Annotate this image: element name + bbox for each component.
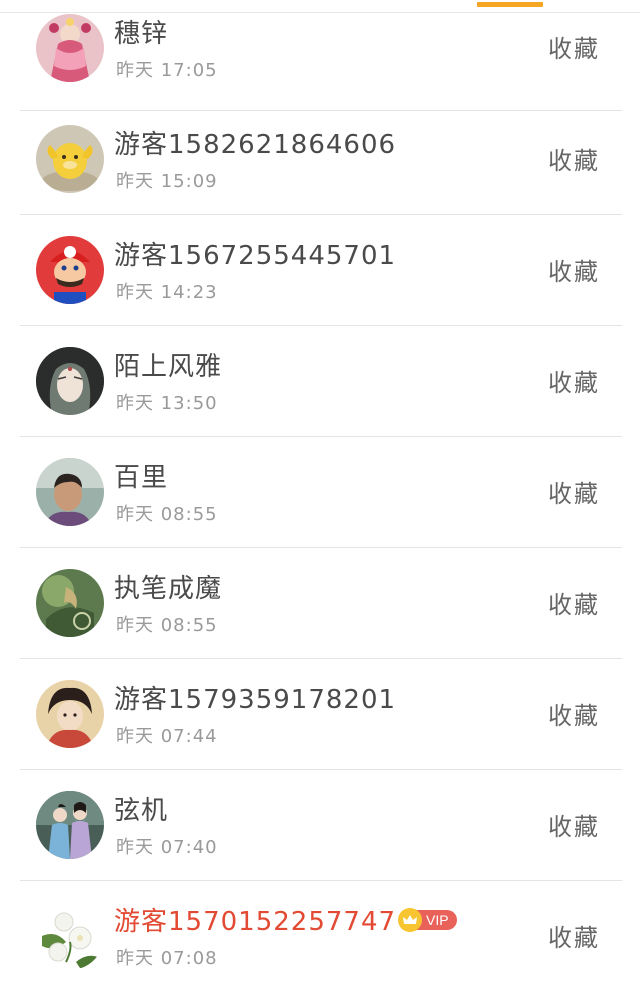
crown-icon [398, 907, 423, 932]
collect-button[interactable]: 收藏 [548, 812, 600, 842]
list-item[interactable]: 游客1579359178201 昨天 07:44 收藏 [0, 659, 640, 770]
list-item[interactable]: 游客1567255445701 昨天 14:23 收藏 [0, 215, 640, 326]
avatar[interactable] [36, 458, 104, 526]
timestamp: 昨天 13:50 [116, 393, 218, 414]
user-name: 陌上风雅 [114, 352, 223, 382]
user-name: 游客1567255445701 [114, 241, 397, 271]
avatar-ancient-woman-icon [36, 680, 104, 748]
avatar-couple-icon [36, 791, 104, 859]
collect-button[interactable]: 收藏 [548, 479, 600, 509]
user-name: 百里 [114, 463, 169, 493]
user-name: 弦机 [114, 796, 169, 826]
collect-button[interactable]: 收藏 [548, 34, 600, 64]
collect-button[interactable]: 收藏 [548, 701, 600, 731]
avatar[interactable] [36, 680, 104, 748]
avatar-man-photo-icon [36, 458, 104, 526]
avatar[interactable] [36, 791, 104, 859]
collect-button[interactable]: 收藏 [548, 257, 600, 287]
collect-button[interactable]: 收藏 [548, 368, 600, 398]
avatar-green-art-icon [36, 569, 104, 637]
user-name: 执笔成魔 [114, 574, 223, 604]
collect-button[interactable]: 收藏 [548, 590, 600, 620]
avatar-white-flowers-icon [36, 902, 104, 970]
avatar[interactable] [36, 347, 104, 415]
avatar-yellow-duck-icon [36, 125, 104, 193]
list-item[interactable]: 弦机 昨天 07:40 收藏 [0, 770, 640, 881]
user-name: 穗锌 [114, 19, 169, 49]
timestamp: 昨天 08:55 [116, 615, 218, 636]
list-item[interactable]: 陌上风雅 昨天 13:50 收藏 [0, 326, 640, 437]
list-item[interactable]: 游客1582621864606 昨天 15:09 收藏 [0, 104, 640, 215]
avatar-mario-icon [36, 236, 104, 304]
user-name: 游客1582621864606 [114, 130, 397, 160]
timestamp: 昨天 14:23 [116, 282, 218, 303]
timestamp: 昨天 15:09 [116, 171, 218, 192]
user-name: 游客1570152257747 VIP [114, 906, 457, 938]
collect-button[interactable]: 收藏 [548, 923, 600, 953]
timestamp: 昨天 08:55 [116, 504, 218, 525]
list-item[interactable]: 穗锌 昨天 17:05 收藏 [0, 0, 640, 111]
collect-button[interactable]: 收藏 [548, 146, 600, 176]
list-item[interactable]: 执笔成魔 昨天 08:55 收藏 [0, 548, 640, 659]
list-item[interactable]: 游客1570152257747 VIP 昨天 07:08 收藏 [0, 881, 640, 992]
avatar[interactable] [36, 14, 104, 82]
avatar[interactable] [36, 236, 104, 304]
avatar-anime-face-icon [36, 347, 104, 415]
timestamp: 昨天 17:05 [116, 60, 218, 81]
timestamp: 昨天 07:44 [116, 726, 218, 747]
list-item[interactable]: 百里 昨天 08:55 收藏 [0, 437, 640, 548]
timestamp: 昨天 07:08 [116, 948, 218, 969]
user-name: 游客1579359178201 [114, 685, 397, 715]
avatar[interactable] [36, 569, 104, 637]
avatar[interactable] [36, 125, 104, 193]
timestamp: 昨天 07:40 [116, 837, 218, 858]
avatar[interactable] [36, 902, 104, 970]
user-name-text: 游客1570152257747 [114, 907, 397, 937]
avatar-pink-costume-icon [36, 14, 104, 82]
vip-badge: VIP [398, 907, 457, 932]
